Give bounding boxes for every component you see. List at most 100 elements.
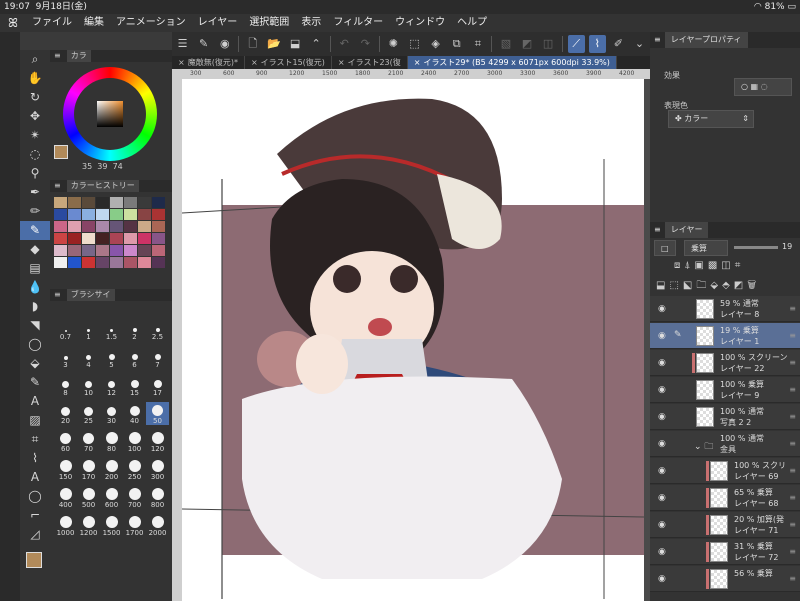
brush-size-option[interactable]: 4 [77, 346, 100, 369]
brush-size-option[interactable]: 5 [100, 346, 123, 369]
zoom-icon[interactable]: ⌕ [20, 50, 50, 69]
clear-icon[interactable]: ✺ [385, 35, 402, 53]
brush-size-option[interactable]: 300 [146, 458, 169, 481]
brush-size-option[interactable]: 8 [54, 374, 77, 397]
brush-size-option[interactable]: 30 [100, 402, 123, 425]
layer-row[interactable]: ◉ 59 % 通常 レイヤー 8 ≡ [650, 296, 800, 322]
brush-size-option[interactable]: 100 [123, 430, 146, 453]
grid-snap-icon[interactable]: ◫ [540, 35, 557, 53]
menu-help[interactable]: ヘルプ [451, 14, 493, 32]
history-color-swatch[interactable] [68, 233, 81, 244]
layer-row[interactable]: ◉ ⌄ 🗀 100 % 通常 金具 ≡ [650, 431, 800, 457]
undo-icon[interactable]: ↶ [336, 35, 353, 53]
brush-size-option[interactable]: 3 [54, 346, 77, 369]
brush-size-option[interactable]: 1200 [77, 514, 100, 537]
menu-view[interactable]: 表示 [295, 14, 327, 32]
history-color-swatch[interactable] [152, 209, 165, 220]
history-color-swatch[interactable] [54, 233, 67, 244]
stabilizer-icon[interactable]: ⟋ [567, 35, 585, 53]
save-icon[interactable]: ⬓ [287, 35, 304, 53]
magic-wand-icon[interactable]: ✴ [20, 126, 50, 145]
history-color-swatch[interactable] [82, 209, 95, 220]
fill-icon[interactable]: ◥ [20, 316, 50, 335]
history-color-swatch[interactable] [152, 245, 165, 256]
text-icon[interactable]: A [20, 392, 50, 411]
new-file-icon[interactable]: 🗋 [244, 35, 261, 53]
history-color-swatch[interactable] [138, 233, 151, 244]
layer-tab[interactable]: レイヤー [664, 222, 709, 238]
layer-menu-icon[interactable]: ≡ [789, 574, 796, 583]
menu-layer[interactable]: レイヤー [192, 14, 244, 32]
history-color-swatch[interactable] [96, 209, 109, 220]
menu-edit[interactable]: 編集 [78, 14, 110, 32]
brush-size-tab[interactable]: ブラシサイ [66, 289, 115, 301]
clip-icon[interactable]: ◉ [216, 35, 233, 53]
canvas-area[interactable] [182, 79, 650, 601]
history-color-swatch[interactable] [110, 245, 123, 256]
history-color-swatch[interactable] [152, 233, 165, 244]
transform-icon[interactable]: ⬚ [406, 35, 423, 53]
menu-filter[interactable]: フィルター [327, 14, 389, 32]
history-color-swatch[interactable] [82, 197, 95, 208]
menu-animation[interactable]: アニメーション [110, 14, 192, 32]
canvas-paper[interactable] [182, 79, 645, 601]
brush-size-option[interactable]: 15 [123, 374, 146, 397]
rotate-icon[interactable]: ↻ [20, 88, 50, 107]
menu-window[interactable]: ウィンドウ [389, 14, 451, 32]
scale-icon[interactable]: ⧉ [448, 35, 465, 53]
layer-menu-icon[interactable]: ≡ [789, 412, 796, 421]
brush-size-option[interactable]: 6 [123, 346, 146, 369]
eyedropper-icon[interactable]: ⚲ [20, 164, 50, 183]
ruler-icon[interactable]: ⌇ [20, 449, 50, 468]
brush-size-option[interactable]: 800 [146, 486, 169, 509]
pen-icon[interactable]: ✒ [20, 183, 50, 202]
tab-document-3[interactable]: × イラスト23(復 [332, 56, 408, 69]
history-color-swatch[interactable] [68, 245, 81, 256]
brush-size-option[interactable]: 80 [100, 430, 123, 453]
tab-document-1[interactable]: × 魔敵無(復元)* [172, 56, 245, 69]
lasso-icon[interactable]: ◌ [20, 145, 50, 164]
brush-size-option[interactable]: 600 [100, 486, 123, 509]
eye-icon[interactable]: ◉ [658, 466, 666, 476]
merge-icon[interactable]: ⬙ [710, 280, 722, 291]
layer-row[interactable]: ◉ 65 % 乗算 レイヤー 68 ≡ [650, 485, 800, 511]
history-color-swatch[interactable] [138, 245, 151, 256]
layer-row[interactable]: ◉ 100 % 乗算 レイヤー 9 ≡ [650, 377, 800, 403]
history-color-swatch[interactable] [110, 257, 123, 268]
balloon-icon[interactable]: ◯ [20, 487, 50, 506]
brush-size-option[interactable]: 200 [100, 458, 123, 481]
eye-icon[interactable]: ◉ [658, 412, 666, 422]
history-color-swatch[interactable] [68, 197, 81, 208]
brush-size-option[interactable]: 0.7 [54, 318, 77, 341]
history-color-swatch[interactable] [54, 257, 67, 268]
history-color-swatch[interactable] [152, 221, 165, 232]
history-color-swatch[interactable] [68, 257, 81, 268]
layer-menu-icon[interactable]: ≡ [789, 304, 796, 313]
history-color-swatch[interactable] [82, 257, 95, 268]
history-color-swatch[interactable] [124, 221, 137, 232]
history-color-swatch[interactable] [110, 209, 123, 220]
layer-color-select[interactable]: □ [654, 240, 676, 256]
history-color-swatch[interactable] [96, 233, 109, 244]
brush-size-option[interactable]: 150 [54, 458, 77, 481]
open-folder-icon[interactable]: 📂 [265, 35, 282, 53]
brush-size-option[interactable]: 20 [54, 402, 77, 425]
correct-line-icon[interactable]: ⌐ [20, 506, 50, 525]
redo-icon[interactable]: ↷ [357, 35, 374, 53]
color-wheel[interactable] [63, 67, 157, 161]
new-folder-icon[interactable]: 🗀 [696, 280, 710, 291]
brush-size-option[interactable]: 10 [77, 374, 100, 397]
layer-row[interactable]: ◉ 100 % 通常 写真 2 2 ≡ [650, 404, 800, 430]
brush-size-option[interactable]: 50 [146, 402, 169, 425]
brush-size-option[interactable]: 250 [123, 458, 146, 481]
layer-row[interactable]: ◉ 20 % 加算(発 レイヤー 71 ≡ [650, 512, 800, 538]
crop-icon[interactable]: ⌗ [469, 35, 486, 53]
clip-icon[interactable]: ⧈ [674, 260, 684, 271]
bucket-icon[interactable]: ⬙ [20, 354, 50, 373]
ruler-icon[interactable]: ▧ [497, 35, 514, 53]
eye-icon[interactable]: ◉ [658, 331, 666, 341]
text-tool-icon[interactable]: A [20, 468, 50, 487]
layer-row[interactable]: ◉ 100 % スクリ レイヤー 69 ≡ [650, 458, 800, 484]
brush-size-option[interactable]: 1000 [54, 514, 77, 537]
tab-document-active[interactable]: × イラスト29* (B5 4299 x 6071px 600dpi 33.9%) [407, 56, 617, 69]
